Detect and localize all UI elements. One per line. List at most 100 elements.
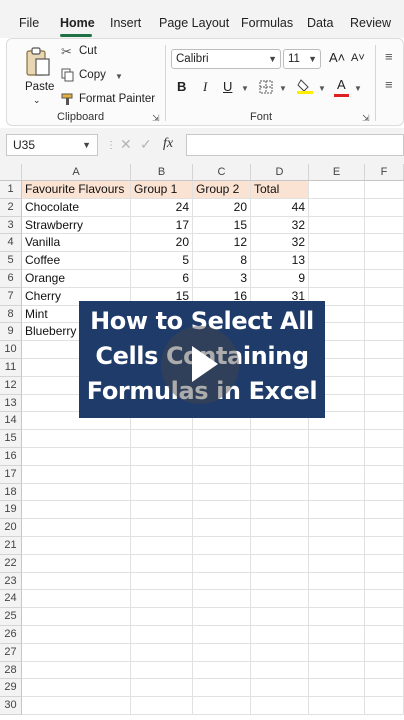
paste-button[interactable]: Paste ⌄ xyxy=(21,45,55,109)
select-all-corner[interactable] xyxy=(0,164,22,181)
cell[interactable] xyxy=(251,483,309,502)
cell[interactable] xyxy=(365,448,404,466)
cell[interactable] xyxy=(365,216,404,235)
cell[interactable] xyxy=(309,216,365,235)
cell[interactable] xyxy=(365,519,404,537)
row-header[interactable]: 27 xyxy=(0,643,22,662)
cell[interactable] xyxy=(365,554,404,573)
value-cell[interactable]: 32 xyxy=(251,216,309,235)
cell[interactable] xyxy=(365,430,404,448)
row-header[interactable]: 28 xyxy=(0,661,22,680)
cell[interactable] xyxy=(131,697,193,715)
row-header[interactable]: 25 xyxy=(0,608,22,626)
cell[interactable] xyxy=(365,697,404,715)
cancel-icon[interactable]: ✕ xyxy=(120,136,132,153)
cell[interactable] xyxy=(365,305,404,324)
value-cell[interactable]: 6 xyxy=(131,270,193,288)
tab-page-layout[interactable]: Page Layout xyxy=(159,16,229,30)
header-cell[interactable]: Group 2 xyxy=(193,181,251,199)
cell[interactable] xyxy=(309,234,365,253)
cell[interactable] xyxy=(309,626,365,644)
format-painter-button[interactable]: Format Painter xyxy=(79,93,155,105)
cell[interactable] xyxy=(22,572,131,591)
font-name-select[interactable]: Calibri ▼ xyxy=(171,49,281,69)
cell[interactable] xyxy=(193,590,251,609)
cell[interactable] xyxy=(193,554,251,573)
cell[interactable] xyxy=(365,465,404,484)
row-header[interactable]: 8 xyxy=(0,305,22,324)
cell[interactable] xyxy=(365,537,404,555)
bold-button[interactable]: B xyxy=(177,79,186,94)
cell[interactable] xyxy=(309,661,365,680)
cell[interactable] xyxy=(131,501,193,520)
row-header[interactable]: 23 xyxy=(0,572,22,591)
font-color-icon[interactable]: A xyxy=(337,77,346,92)
row-header[interactable]: 15 xyxy=(0,430,22,448)
header-cell[interactable]: Favourite Flavours xyxy=(22,181,131,199)
value-cell[interactable]: 5 xyxy=(131,252,193,270)
fill-color-chevron-icon[interactable]: ▼ xyxy=(318,84,326,93)
row-header[interactable]: 20 xyxy=(0,519,22,537)
increase-font-size-button[interactable]: A˄ xyxy=(329,50,345,65)
column-header-f[interactable]: F xyxy=(365,164,404,181)
cell[interactable] xyxy=(251,697,309,715)
cell[interactable] xyxy=(309,181,365,199)
cell[interactable] xyxy=(365,590,404,609)
borders-chevron-icon[interactable]: ▼ xyxy=(279,84,287,93)
cell[interactable] xyxy=(193,679,251,698)
cell[interactable] xyxy=(131,661,193,680)
cell[interactable] xyxy=(22,679,131,698)
enter-check-icon[interactable]: ✓ xyxy=(140,136,152,153)
cell[interactable] xyxy=(193,465,251,484)
row-header[interactable]: 3 xyxy=(0,216,22,235)
italic-button[interactable]: I xyxy=(203,79,207,95)
cell[interactable] xyxy=(193,537,251,555)
cell[interactable] xyxy=(365,626,404,644)
cell[interactable] xyxy=(193,697,251,715)
flavour-cell[interactable]: Coffee xyxy=(22,252,131,270)
cell[interactable] xyxy=(131,554,193,573)
cell[interactable] xyxy=(22,608,131,626)
row-header[interactable]: 21 xyxy=(0,537,22,555)
cell[interactable] xyxy=(22,697,131,715)
column-header-a[interactable]: A xyxy=(22,164,131,181)
cell[interactable] xyxy=(365,483,404,502)
cell[interactable] xyxy=(365,572,404,591)
cell[interactable] xyxy=(22,537,131,555)
value-cell[interactable]: 9 xyxy=(251,270,309,288)
cell[interactable] xyxy=(365,679,404,698)
cell[interactable] xyxy=(251,465,309,484)
row-header[interactable]: 18 xyxy=(0,483,22,502)
cell[interactable] xyxy=(131,572,193,591)
cell[interactable] xyxy=(131,626,193,644)
row-header[interactable]: 4 xyxy=(0,234,22,253)
cell[interactable] xyxy=(22,448,131,466)
cell[interactable] xyxy=(365,287,404,306)
value-cell[interactable]: 44 xyxy=(251,198,309,217)
cell[interactable] xyxy=(251,501,309,520)
formula-input[interactable] xyxy=(186,134,404,156)
cell[interactable] xyxy=(251,608,309,626)
cell[interactable] xyxy=(193,483,251,502)
fill-color-icon[interactable] xyxy=(297,78,313,94)
header-cell[interactable]: Group 1 xyxy=(131,181,193,199)
row-header[interactable]: 22 xyxy=(0,554,22,573)
cell[interactable] xyxy=(131,679,193,698)
row-header[interactable]: 26 xyxy=(0,626,22,644)
value-cell[interactable]: 13 xyxy=(251,252,309,270)
cell[interactable] xyxy=(309,554,365,573)
column-header-c[interactable]: C xyxy=(193,164,251,181)
row-header[interactable]: 7 xyxy=(0,287,22,306)
row-header[interactable]: 11 xyxy=(0,359,22,377)
flavour-cell[interactable]: Strawberry xyxy=(22,216,131,235)
cell[interactable] xyxy=(309,198,365,217)
cell[interactable] xyxy=(193,430,251,448)
chevron-down-icon[interactable]: ⌄ xyxy=(33,95,41,106)
cell[interactable] xyxy=(251,537,309,555)
cell[interactable] xyxy=(251,643,309,662)
cell[interactable] xyxy=(193,501,251,520)
tab-review[interactable]: Review xyxy=(350,16,391,30)
cell[interactable] xyxy=(365,234,404,253)
row-header[interactable]: 29 xyxy=(0,679,22,698)
cell[interactable] xyxy=(309,270,365,288)
